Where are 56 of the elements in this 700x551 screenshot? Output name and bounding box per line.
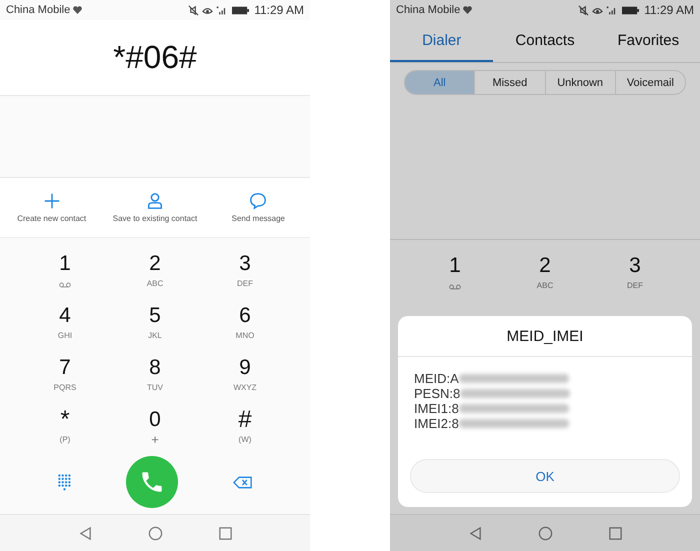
person-icon [146,192,164,210]
device-id-label: IMEI2:8 [414,416,459,431]
speech-bubble-icon [249,192,268,210]
back-icon[interactable] [468,526,482,540]
tab[interactable]: Dialer [390,20,494,62]
home-icon[interactable] [538,526,552,540]
ok-button[interactable]: OK [410,459,680,493]
dial-key[interactable]: 3 DEF [590,254,680,302]
dial-key[interactable]: 0 + [110,408,200,456]
signal-icon [606,4,618,16]
backspace-icon[interactable] [233,476,252,488]
device-id-label: PESN:8 [414,386,460,401]
voicemail-icon [59,282,71,288]
battery-icon [232,6,250,14]
mute-icon [578,4,590,16]
contact-action[interactable]: Save to existing contact [103,178,207,237]
clock-time: 11:29 AM [254,3,304,17]
dial-key[interactable]: 6 MNO [200,304,290,352]
dial-key[interactable]: 9 WXYZ [200,356,290,404]
carrier-name: China Mobile [6,4,70,16]
dial-key[interactable]: 8 TUV [110,356,200,404]
dial-key[interactable]: 1 [410,254,500,302]
dial-key[interactable]: 2 ABC [500,254,590,302]
dial-key[interactable]: 1 [20,252,110,300]
filter-tab[interactable]: Missed [474,71,544,94]
home-icon[interactable] [148,526,162,540]
tab[interactable]: Favorites [596,20,700,62]
recents-icon[interactable] [608,526,622,540]
back-icon[interactable] [78,526,92,540]
recents-icon[interactable] [218,526,232,540]
contact-action[interactable]: Send message [206,178,310,237]
filter-tab[interactable]: Voicemail [614,71,685,94]
heart-icon [463,6,472,14]
add-icon [42,192,61,210]
battery-icon [622,6,640,14]
dialpad-icon[interactable] [58,474,71,490]
filter-tab[interactable]: Unknown [544,71,615,94]
carrier-name: China Mobile [396,4,460,16]
dial-key[interactable]: * (P) [20,408,110,456]
signal-icon [216,4,228,16]
clock-time: 11:29 AM [644,3,694,17]
mute-icon [188,4,200,16]
dial-key[interactable]: 4 GHI [20,304,110,352]
device-id-label: IMEI1:8 [414,401,459,416]
contact-action[interactable]: Create new contact [0,178,104,237]
voicemail-icon [449,284,461,290]
dial-key[interactable]: 3 DEF [200,252,290,300]
device-id-label: MEID:A [414,371,459,386]
tab[interactable]: Contacts [493,20,597,62]
dial-key[interactable]: 5 JKL [110,304,200,352]
dial-key[interactable]: 2 ABC [110,252,200,300]
dial-key[interactable]: 7 PQRS [20,356,110,404]
heart-icon [73,6,82,14]
dialog-title: MEID_IMEI [398,316,692,357]
dialed-number: *#06# [113,39,197,76]
dial-key[interactable]: # (W) [200,408,290,456]
